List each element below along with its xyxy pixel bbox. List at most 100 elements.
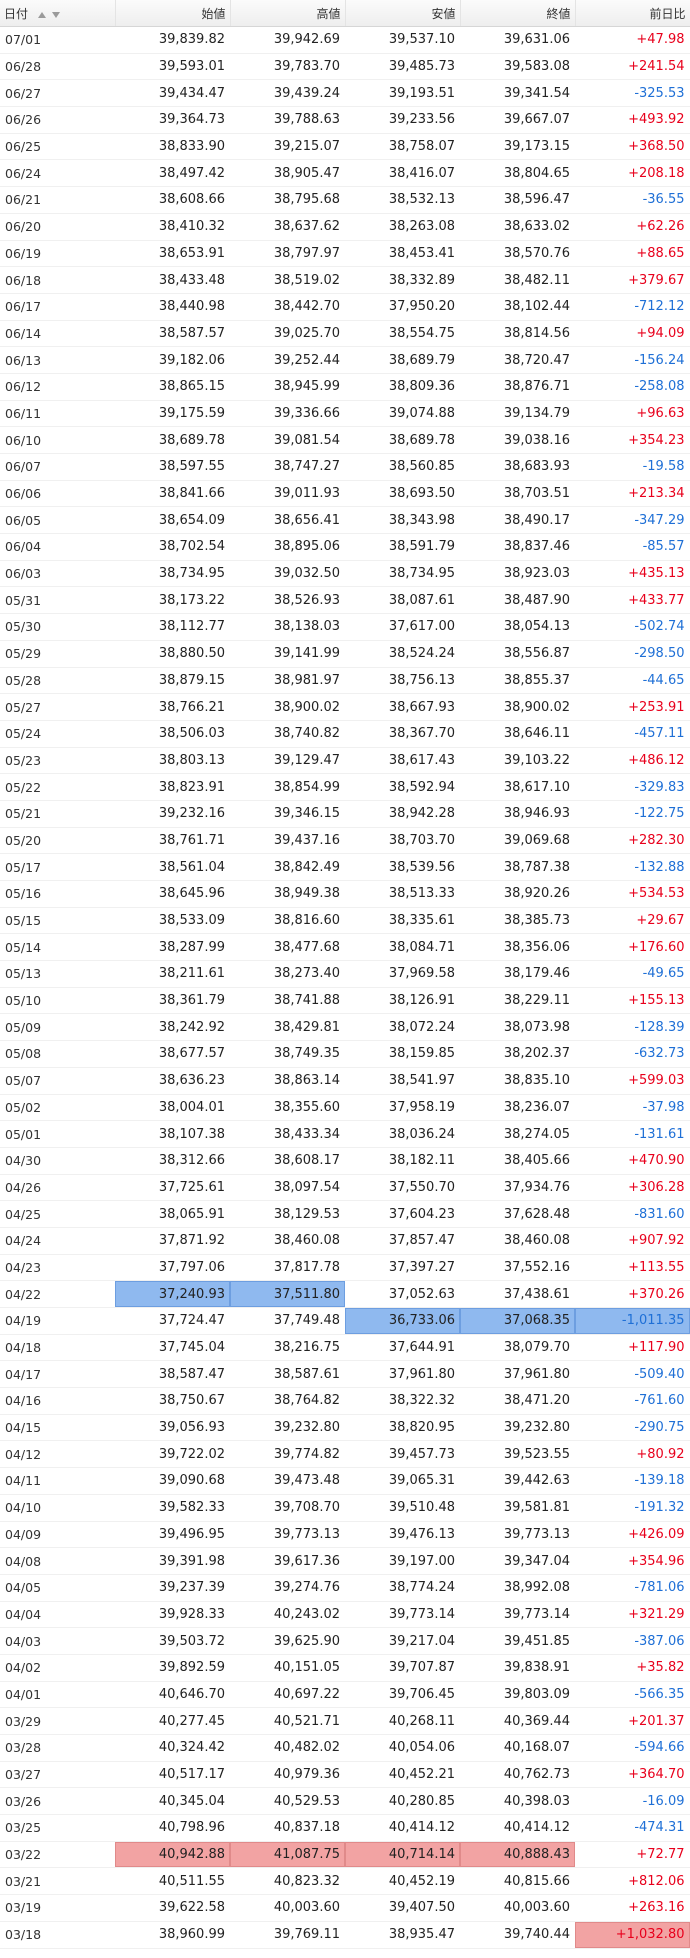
table-row[interactable]: 04/17 38,587.47 38,587.61 37,961.80 37,961.8…: [0, 1360, 690, 1389]
table-row[interactable]: 04/23 37,797.06 37,817.78 37,397.27 37,552.1…: [0, 1254, 690, 1282]
low-cell: 38,820.95: [345, 1414, 460, 1442]
table-row[interactable]: 06/25 38,833.90 39,215.07 38,758.07 39,173.1…: [0, 133, 690, 161]
change-cell: +493.92: [575, 106, 690, 134]
low-cell: 38,809.36: [345, 373, 460, 401]
date-cell: 05/23: [0, 747, 115, 775]
table-row[interactable]: 04/25 38,065.91 38,129.53 37,604.23 37,628.4…: [0, 1200, 690, 1228]
column-header-low[interactable]: 安値: [345, 0, 461, 27]
change-cell: +1,032.80: [575, 1921, 690, 1949]
table-row[interactable]: 05/09 38,242.92 38,429.81 38,072.24 38,073.9…: [0, 1013, 690, 1042]
table-row[interactable]: 04/18 37,745.04 38,216.75 37,644.91 38,079.7…: [0, 1334, 690, 1362]
table-row[interactable]: 05/15 38,533.09 38,816.60 38,335.61 38,385.7…: [0, 907, 690, 935]
column-header-date[interactable]: 日付: [0, 0, 116, 27]
close-cell: 37,961.80: [460, 1360, 575, 1389]
table-row[interactable]: 05/27 38,766.21 38,900.02 38,667.93 38,900.0…: [0, 693, 690, 721]
close-cell: 37,438.61: [460, 1280, 575, 1308]
table-row[interactable]: 05/02 38,004.01 38,355.60 37,958.19 38,236.0…: [0, 1094, 690, 1122]
table-row[interactable]: 04/10 39,582.33 39,708.70 39,510.48 39,581.8…: [0, 1494, 690, 1522]
table-row[interactable]: 05/08 38,677.57 38,749.35 38,159.85 38,202.3…: [0, 1040, 690, 1068]
table-row[interactable]: 04/12 39,722.02 39,774.82 39,457.73 39,523.5…: [0, 1440, 690, 1469]
column-header-change[interactable]: 前日比: [575, 0, 690, 27]
column-header-high[interactable]: 高値: [230, 0, 346, 27]
table-row[interactable]: 06/27 39,434.47 39,439.24 39,193.51 39,341.5…: [0, 79, 690, 108]
close-cell: 40,369.44: [460, 1707, 575, 1735]
table-row[interactable]: 05/31 38,173.22 38,526.93 38,087.61 38,487.9…: [0, 586, 690, 615]
table-row[interactable]: 05/29 38,880.50 39,141.99 38,524.24 38,556.8…: [0, 640, 690, 668]
table-row[interactable]: 05/23 38,803.13 39,129.47 38,617.43 39,103.2…: [0, 747, 690, 775]
high-cell: 40,482.02: [230, 1734, 345, 1762]
table-row[interactable]: 06/06 38,841.66 39,011.93 38,693.50 38,703.5…: [0, 480, 690, 508]
table-row[interactable]: 03/26 40,345.04 40,529.53 40,280.85 40,398.0…: [0, 1787, 690, 1816]
table-row[interactable]: 06/19 38,653.91 38,797.97 38,453.41 38,570.7…: [0, 240, 690, 268]
table-row[interactable]: 03/18 38,960.99 39,769.11 38,935.47 39,740.4…: [0, 1921, 690, 1949]
table-row[interactable]: 03/29 40,277.45 40,521.71 40,268.11 40,369.4…: [0, 1707, 690, 1735]
table-row[interactable]: 05/07 38,636.23 38,863.14 38,541.97 38,835.1…: [0, 1067, 690, 1095]
low-cell: 39,074.88: [345, 400, 460, 428]
table-row[interactable]: 04/09 39,496.95 39,773.13 39,476.13 39,773.1…: [0, 1521, 690, 1549]
table-row[interactable]: 04/16 38,750.67 38,764.82 38,322.32 38,471.2…: [0, 1387, 690, 1415]
table-row[interactable]: 05/16 38,645.96 38,949.38 38,513.33 38,920.2…: [0, 880, 690, 908]
table-row[interactable]: 04/05 39,237.39 39,274.76 38,774.24 38,992.0…: [0, 1574, 690, 1602]
table-row[interactable]: 06/18 38,433.48 38,519.02 38,332.89 38,482.1…: [0, 266, 690, 294]
close-cell: 40,003.60: [460, 1894, 575, 1922]
table-row[interactable]: 06/13 39,182.06 39,252.44 38,689.79 38,720.4…: [0, 346, 690, 374]
date-cell: 06/28: [0, 53, 115, 81]
close-cell: 38,646.11: [460, 720, 575, 748]
table-row[interactable]: 06/05 38,654.09 38,656.41 38,343.98 38,490.1…: [0, 506, 690, 535]
table-row[interactable]: 05/10 38,361.79 38,741.88 38,126.91 38,229.1…: [0, 987, 690, 1015]
table-row[interactable]: 04/26 37,725.61 38,097.54 37,550.70 37,934.7…: [0, 1174, 690, 1202]
table-row[interactable]: 05/17 38,561.04 38,842.49 38,539.56 38,787.3…: [0, 853, 690, 881]
table-row[interactable]: 03/21 40,511.55 40,823.32 40,452.19 40,815.6…: [0, 1867, 690, 1896]
column-header-close[interactable]: 終値: [460, 0, 576, 27]
table-row[interactable]: 04/22 37,240.93 37,511.80 37,052.63 37,438.6…: [0, 1280, 690, 1308]
close-cell: 39,581.81: [460, 1494, 575, 1522]
table-row[interactable]: 03/27 40,517.17 40,979.36 40,452.21 40,762.7…: [0, 1761, 690, 1789]
table-row[interactable]: 06/17 38,440.98 38,442.70 37,950.20 38,102.4…: [0, 293, 690, 321]
table-row[interactable]: 05/14 38,287.99 38,477.68 38,084.71 38,356.0…: [0, 933, 690, 962]
open-cell: 37,871.92: [115, 1227, 230, 1255]
table-row[interactable]: 06/07 38,597.55 38,747.27 38,560.85 38,683.9…: [0, 453, 690, 481]
table-row[interactable]: 06/04 38,702.54 38,895.06 38,591.79 38,837.4…: [0, 533, 690, 561]
sort-ascending-icon[interactable]: [37, 11, 46, 18]
table-row[interactable]: 05/28 38,879.15 38,981.97 38,756.13 38,855.3…: [0, 667, 690, 695]
date-cell: 04/02: [0, 1654, 115, 1682]
close-cell: 39,523.55: [460, 1440, 575, 1469]
table-row[interactable]: 03/28 40,324.42 40,482.02 40,054.06 40,168.0…: [0, 1734, 690, 1762]
table-row[interactable]: 06/26 39,364.73 39,788.63 39,233.56 39,667.0…: [0, 106, 690, 134]
table-row[interactable]: 04/01 40,646.70 40,697.22 39,706.45 39,803.0…: [0, 1681, 690, 1709]
table-row[interactable]: 04/19 37,724.47 37,749.48 36,733.06 37,068.3…: [0, 1307, 690, 1335]
table-row[interactable]: 05/13 38,211.61 38,273.40 37,969.58 38,179.4…: [0, 960, 690, 988]
table-row[interactable]: 06/20 38,410.32 38,637.62 38,263.08 38,633.0…: [0, 213, 690, 241]
table-row[interactable]: 03/25 40,798.96 40,837.18 40,414.12 40,414.1…: [0, 1814, 690, 1842]
table-row[interactable]: 06/28 39,593.01 39,783.70 39,485.73 39,583.0…: [0, 53, 690, 81]
table-row[interactable]: 04/02 39,892.59 40,151.05 39,707.87 39,838.9…: [0, 1654, 690, 1682]
table-row[interactable]: 03/22 40,942.88 41,087.75 40,714.14 40,888.4…: [0, 1841, 690, 1869]
date-cell: 05/21: [0, 800, 115, 828]
table-row[interactable]: 05/01 38,107.38 38,433.34 38,036.24 38,274.0…: [0, 1120, 690, 1148]
column-header-open[interactable]: 始値: [115, 0, 231, 27]
table-row[interactable]: 06/14 38,587.57 39,025.70 38,554.75 38,814.5…: [0, 320, 690, 348]
table-row[interactable]: 06/10 38,689.78 39,081.54 38,689.78 39,038.1…: [0, 426, 690, 454]
table-row[interactable]: 04/24 37,871.92 38,460.08 37,857.47 38,460.0…: [0, 1227, 690, 1255]
table-row[interactable]: 05/24 38,506.03 38,740.82 38,367.70 38,646.1…: [0, 720, 690, 748]
table-row[interactable]: 06/21 38,608.66 38,795.68 38,532.13 38,596.4…: [0, 186, 690, 214]
close-cell: 39,667.07: [460, 106, 575, 134]
date-cell: 05/13: [0, 960, 115, 988]
sort-descending-icon[interactable]: [51, 11, 60, 18]
table-row[interactable]: 04/11 39,090.68 39,473.48 39,065.31 39,442.6…: [0, 1467, 690, 1495]
table-row[interactable]: 04/15 39,056.93 39,232.80 38,820.95 39,232.8…: [0, 1414, 690, 1442]
table-row[interactable]: 05/20 38,761.71 39,437.16 38,703.70 39,069.6…: [0, 827, 690, 855]
table-row[interactable]: 05/30 38,112.77 38,138.03 37,617.00 38,054.1…: [0, 613, 690, 641]
table-row[interactable]: 04/04 39,928.33 40,243.02 39,773.14 39,773.1…: [0, 1601, 690, 1629]
table-row[interactable]: 05/22 38,823.91 38,854.99 38,592.94 38,617.1…: [0, 773, 690, 801]
table-row[interactable]: 06/11 39,175.59 39,336.66 39,074.88 39,134.7…: [0, 400, 690, 428]
table-row[interactable]: 06/03 38,734.95 39,032.50 38,734.95 38,923.0…: [0, 560, 690, 588]
table-row[interactable]: 04/08 39,391.98 39,617.36 39,197.00 39,347.0…: [0, 1547, 690, 1575]
table-row[interactable]: 06/12 38,865.15 38,945.99 38,809.36 38,876.7…: [0, 373, 690, 401]
table-row[interactable]: 04/30 38,312.66 38,608.17 38,182.11 38,405.6…: [0, 1147, 690, 1175]
table-row[interactable]: 04/03 39,503.72 39,625.90 39,217.04 39,451.8…: [0, 1627, 690, 1655]
table-row[interactable]: 05/21 39,232.16 39,346.15 38,942.28 38,946.9…: [0, 800, 690, 828]
table-row[interactable]: 07/01 39,839.82 39,942.69 39,537.10 39,631.0…: [0, 26, 690, 54]
table-row[interactable]: 06/24 38,497.42 38,905.47 38,416.07 38,804.6…: [0, 159, 690, 188]
table-row[interactable]: 03/19 39,622.58 40,003.60 39,407.50 40,003.6…: [0, 1894, 690, 1922]
